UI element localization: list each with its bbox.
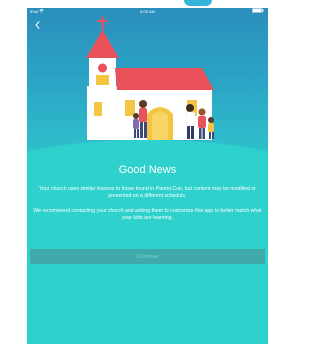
- top-notch: [184, 0, 212, 6]
- cross-icon: [97, 16, 108, 30]
- back-button[interactable]: [32, 18, 42, 32]
- continue-button[interactable]: Continue: [30, 249, 265, 264]
- church-family-illustration: [86, 16, 214, 140]
- app-screen: iPad 8:05 AM Good News Your church uses …: [27, 8, 268, 344]
- info-paragraph-2: We recommend contacting your church and …: [33, 208, 262, 221]
- status-time: 8:05 AM: [140, 9, 155, 14]
- info-paragraph-1: Your church uses similar lessons to thos…: [39, 186, 256, 199]
- battery-icon: [252, 8, 264, 16]
- back-chevron-icon: [34, 21, 40, 29]
- top-strip: [0, 0, 268, 8]
- page-title: Good News: [118, 164, 177, 176]
- status-bar: iPad 8:05 AM: [27, 8, 268, 16]
